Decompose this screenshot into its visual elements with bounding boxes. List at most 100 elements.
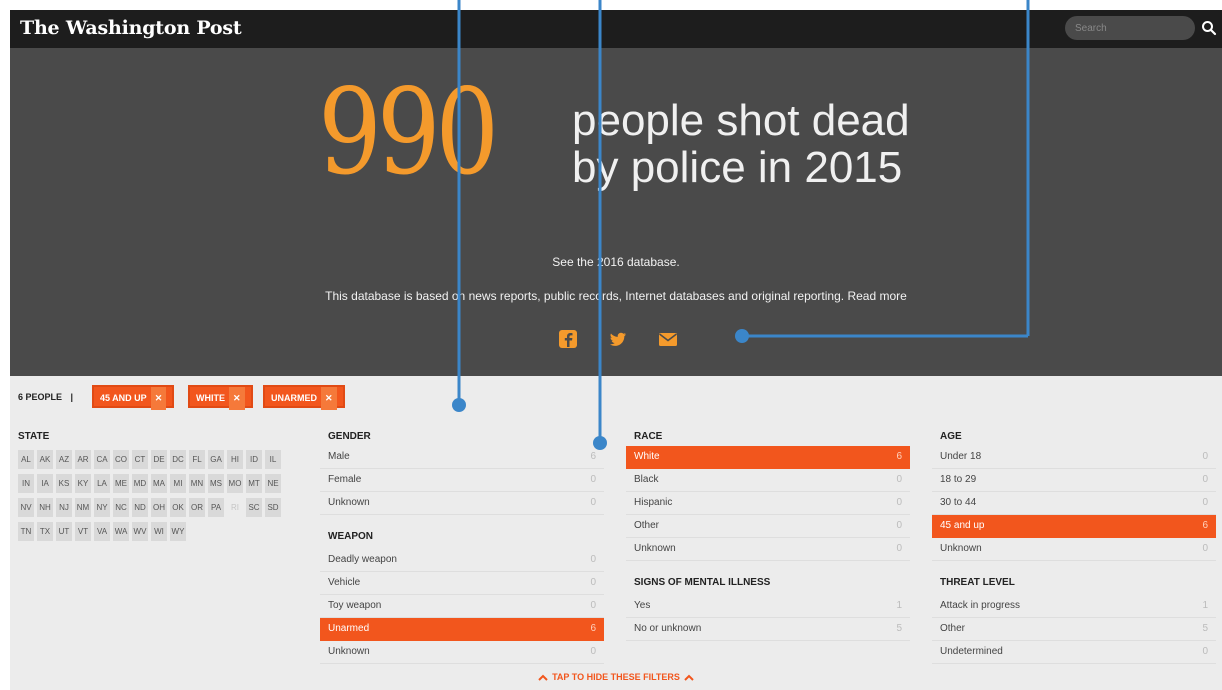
age-option[interactable]: 18 to 29 0 <box>932 469 1216 492</box>
state-button[interactable]: TN <box>18 522 34 541</box>
chip-unarmed[interactable]: UNARMED ✕ <box>263 385 345 410</box>
state-button[interactable]: CA <box>94 450 110 469</box>
remove-filter-icon[interactable]: ✕ <box>150 387 167 410</box>
state-button[interactable]: ND <box>132 498 148 517</box>
chip-white[interactable]: WHITE ✕ <box>188 385 253 410</box>
state-button[interactable]: MD <box>132 474 148 493</box>
threat-option[interactable]: Undetermined 0 <box>932 641 1216 664</box>
state-button[interactable]: MA <box>151 474 167 493</box>
state-button[interactable]: LA <box>94 474 110 493</box>
state-button[interactable]: VA <box>94 522 110 541</box>
state-button[interactable]: WY <box>170 522 186 541</box>
state-button[interactable]: GA <box>208 450 224 469</box>
state-button[interactable]: NY <box>94 498 110 517</box>
state-button[interactable]: WV <box>132 522 148 541</box>
state-button[interactable]: VT <box>75 522 91 541</box>
state-button[interactable]: NH <box>37 498 53 517</box>
state-button[interactable]: AR <box>75 450 91 469</box>
option-count: 0 <box>590 554 596 565</box>
state-button[interactable]: SC <box>246 498 262 517</box>
state-button[interactable]: CT <box>132 450 148 469</box>
option-count: 5 <box>896 623 902 634</box>
gender-option[interactable]: Unknown 0 <box>320 492 604 515</box>
weapon-option[interactable]: Unknown 0 <box>320 641 604 664</box>
option-count: 0 <box>896 520 902 531</box>
age-option[interactable]: 45 and up 6 <box>932 515 1216 538</box>
twitter-share-button[interactable] <box>607 328 629 350</box>
state-button[interactable]: HI <box>227 450 243 469</box>
state-button[interactable]: IN <box>18 474 34 493</box>
state-button[interactable]: UT <box>56 522 72 541</box>
option-label: 45 and up <box>940 520 985 531</box>
state-button[interactable]: NJ <box>56 498 72 517</box>
state-button[interactable]: MO <box>227 474 243 493</box>
state-button[interactable]: ME <box>113 474 129 493</box>
hero-section: 990 people shot dead by police in 2015 S… <box>10 48 1222 376</box>
chip-45-and-up[interactable]: 45 AND UP ✕ <box>92 385 175 410</box>
state-button[interactable]: DE <box>151 450 167 469</box>
state-button[interactable]: AZ <box>56 450 72 469</box>
state-button[interactable]: FL <box>189 450 205 469</box>
state-button[interactable]: KY <box>75 474 91 493</box>
state-button[interactable]: MI <box>170 474 186 493</box>
remove-filter-icon[interactable]: ✕ <box>229 387 245 410</box>
gender-option[interactable]: Male 6 <box>320 446 604 469</box>
state-button[interactable]: IL <box>265 450 281 469</box>
race-option[interactable]: Hispanic 0 <box>626 492 910 515</box>
state-button[interactable]: OK <box>170 498 186 517</box>
hide-filters-toggle[interactable]: TAP TO HIDE THESE FILTERS <box>10 672 1222 682</box>
state-button[interactable]: NC <box>113 498 129 517</box>
mental-illness-option[interactable]: Yes 1 <box>626 595 910 618</box>
facebook-share-button[interactable] <box>557 328 579 350</box>
state-button[interactable]: KS <box>56 474 72 493</box>
state-button[interactable]: AK <box>37 450 53 469</box>
state-button[interactable]: TX <box>37 522 53 541</box>
option-count: 0 <box>896 474 902 485</box>
gender-option[interactable]: Female 0 <box>320 469 604 492</box>
state-button[interactable]: MT <box>246 474 262 493</box>
read-more-link[interactable]: Read more <box>847 289 906 303</box>
threat-option[interactable]: Other 5 <box>932 618 1216 641</box>
weapon-option[interactable]: Deadly weapon 0 <box>320 549 604 572</box>
state-button[interactable]: PA <box>208 498 224 517</box>
state-button[interactable]: OH <box>151 498 167 517</box>
state-button[interactable]: DC <box>170 450 186 469</box>
state-button[interactable]: AL <box>18 450 34 469</box>
weapon-option[interactable]: Toy weapon 0 <box>320 595 604 618</box>
age-option[interactable]: 30 to 44 0 <box>932 492 1216 515</box>
state-button[interactable]: CO <box>113 450 129 469</box>
state-button[interactable]: NM <box>75 498 91 517</box>
chevron-up-icon <box>684 674 694 681</box>
state-button[interactable]: WI <box>151 522 167 541</box>
search-input[interactable] <box>1065 16 1195 40</box>
race-option[interactable]: Unknown 0 <box>626 538 910 561</box>
state-button[interactable]: ID <box>246 450 262 469</box>
threat-option[interactable]: Attack in progress 1 <box>932 595 1216 618</box>
weapon-option[interactable]: Unarmed 6 <box>320 618 604 641</box>
state-button[interactable]: MN <box>189 474 205 493</box>
option-label: Other <box>634 520 660 531</box>
state-button[interactable]: NV <box>18 498 34 517</box>
state-button[interactable]: IA <box>37 474 53 493</box>
state-button[interactable]: NE <box>265 474 281 493</box>
weapon-option[interactable]: Vehicle 0 <box>320 572 604 595</box>
race-option[interactable]: Black 0 <box>626 469 910 492</box>
washington-post-logo[interactable]: The Washington Post <box>20 17 242 39</box>
link-2016-database[interactable]: See the 2016 database. <box>10 255 1222 269</box>
state-button[interactable]: SD <box>265 498 281 517</box>
race-option[interactable]: Other 0 <box>626 515 910 538</box>
race-option[interactable]: White 6 <box>626 446 910 469</box>
option-count: 0 <box>1202 646 1208 657</box>
email-share-button[interactable] <box>657 328 679 350</box>
state-button[interactable]: MS <box>208 474 224 493</box>
headline-line-1: people shot dead <box>572 96 910 145</box>
age-option[interactable]: Under 18 0 <box>932 446 1216 469</box>
mental-illness-title: SIGNS OF MENTAL ILLNESS <box>634 577 771 588</box>
mental-illness-option[interactable]: No or unknown 5 <box>626 618 910 641</box>
search-button[interactable] <box>1200 19 1218 37</box>
state-button[interactable]: RI <box>227 498 243 517</box>
remove-filter-icon[interactable]: ✕ <box>321 387 337 410</box>
state-button[interactable]: OR <box>189 498 205 517</box>
age-option[interactable]: Unknown 0 <box>932 538 1216 561</box>
state-button[interactable]: WA <box>113 522 129 541</box>
